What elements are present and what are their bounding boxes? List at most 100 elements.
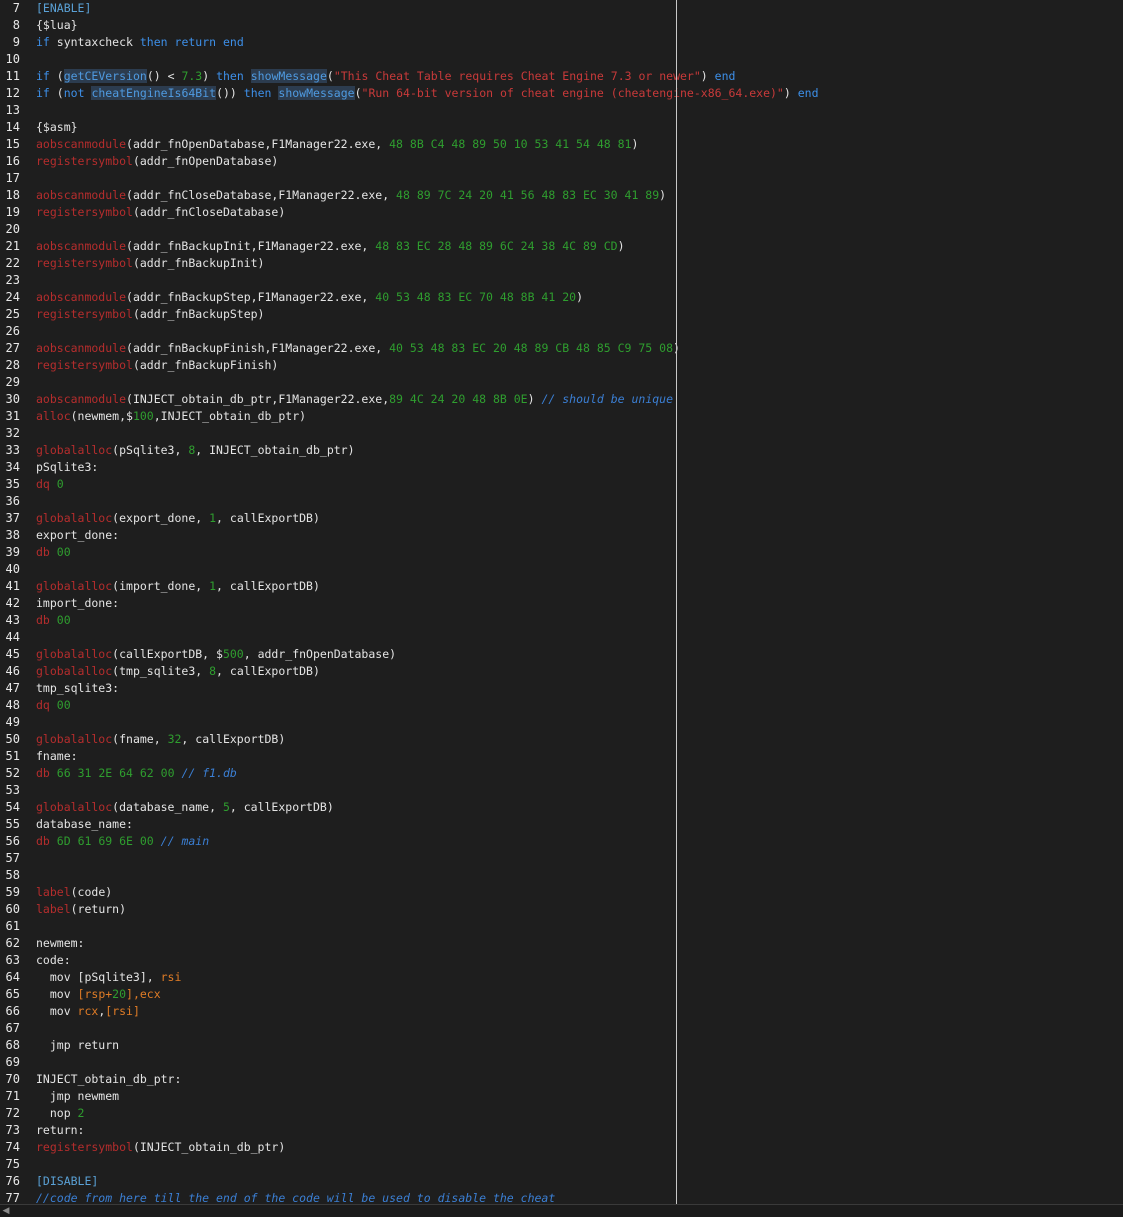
code-line[interactable]: mov [pSqlite3], rsi — [36, 969, 182, 986]
line-number: 23 — [5, 273, 20, 287]
code-line[interactable]: export_done: — [36, 527, 119, 544]
code-token-keyword: if — [36, 35, 50, 49]
code-line[interactable]: globalalloc(export_done, 1, callExportDB… — [36, 510, 320, 527]
code-line[interactable]: registersymbol(addr_fnOpenDatabase) — [36, 153, 278, 170]
code-line[interactable]: //code from here till the end of the cod… — [36, 1190, 555, 1204]
line-number: 57 — [5, 851, 20, 865]
code-line[interactable]: aobscanmodule(INJECT_obtain_db_ptr,F1Man… — [36, 391, 673, 408]
code-line[interactable]: tmp_sqlite3: — [36, 680, 119, 697]
code-line[interactable]: {$asm} — [36, 119, 78, 136]
line-number: 42 — [5, 596, 20, 610]
code-token-default: ) — [617, 239, 625, 253]
code-editor[interactable]: 7 8 9 10 11 12 13 14 15 16 17 18 19 20 21 22 23 24 25 26 27 2… — [0, 0, 1123, 1204]
code-token-default: syntaxcheck — [49, 35, 140, 49]
code-line[interactable]: nop 2 — [36, 1105, 85, 1122]
scrollbar-track[interactable] — [12, 1205, 1123, 1217]
code-line[interactable]: registersymbol(addr_fnCloseDatabase) — [36, 204, 285, 221]
code-line[interactable]: globalalloc(import_done, 1, callExportDB… — [36, 578, 320, 595]
line-number: 43 — [5, 613, 20, 627]
code-line[interactable]: registersymbol(INJECT_obtain_db_ptr) — [36, 1139, 285, 1156]
code-token-register: [rsi] — [105, 1004, 140, 1018]
code-line[interactable]: mov rcx,[rsi] — [36, 1003, 140, 1020]
code-token-default: ,INJECT_obtain_db_ptr) — [153, 409, 307, 423]
line-number: 17 — [5, 171, 20, 185]
code-line[interactable]: db 00 — [36, 544, 71, 561]
line-number: 66 — [5, 1004, 20, 1018]
code-line[interactable]: aobscanmodule(addr_fnOpenDatabase,F1Mana… — [36, 136, 638, 153]
code-line[interactable]: fname: — [36, 748, 78, 765]
code-token-default — [168, 35, 175, 49]
code-token-keyword: then — [139, 35, 168, 49]
code-line[interactable]: import_done: — [36, 595, 119, 612]
line-number: 12 — [5, 86, 20, 100]
code-line[interactable]: registersymbol(addr_fnBackupStep) — [36, 306, 265, 323]
code-line[interactable]: db 6D 61 69 6E 00 // main — [36, 833, 209, 850]
code-line[interactable]: if (getCEVersion() < 7.3) then showMessa… — [36, 68, 735, 85]
code-token-default: mov [pSqlite3], — [36, 970, 161, 984]
code-line[interactable]: dq 0 — [36, 476, 64, 493]
code-token-number: 1 — [209, 511, 217, 525]
code-token-number: 6D 61 69 6E 00 — [56, 834, 154, 848]
line-number: 7 — [12, 1, 20, 15]
code-line[interactable]: if syntaxcheck then return end — [36, 34, 244, 51]
code-line[interactable]: [ENABLE] — [36, 0, 91, 17]
code-line[interactable]: registersymbol(addr_fnBackupInit) — [36, 255, 265, 272]
code-token-default: (addr_fnOpenDatabase,F1Manager22.exe, — [126, 137, 390, 151]
code-line[interactable]: globalalloc(callExportDB, $500, addr_fnO… — [36, 646, 396, 663]
code-token-default: ) — [631, 137, 639, 151]
code-token-default: (callExportDB, $ — [112, 647, 223, 661]
code-token-comment: //code from here till the end of the cod… — [36, 1191, 556, 1204]
code-line[interactable]: label(return) — [36, 901, 126, 918]
scroll-left-arrow-icon[interactable]: ◀ — [0, 1205, 12, 1217]
code-line[interactable]: jmp newmem — [36, 1088, 119, 1105]
code-line[interactable]: aobscanmodule(addr_fnBackupInit,F1Manage… — [36, 238, 625, 255]
line-number: 76 — [5, 1174, 20, 1188]
code-line[interactable]: {$lua} — [36, 17, 78, 34]
code-token-default: ( — [354, 86, 362, 100]
code-token-default: mov — [36, 1004, 78, 1018]
code-line[interactable]: globalalloc(database_name, 5, callExport… — [36, 799, 334, 816]
line-number: 35 — [5, 477, 20, 491]
code-line[interactable]: database_name: — [36, 816, 133, 833]
code-line[interactable]: db 00 — [36, 612, 71, 629]
code-token-directive: registersymbol — [36, 1140, 133, 1154]
code-line[interactable]: globalalloc(tmp_sqlite3, 8, callExportDB… — [36, 663, 320, 680]
horizontal-scrollbar[interactable]: ◀ — [0, 1204, 1123, 1217]
code-line[interactable]: mov [rsp+20],ecx — [36, 986, 161, 1003]
code-line[interactable]: jmp return — [36, 1037, 119, 1054]
code-area[interactable]: [ENABLE] {$lua} if syntaxcheck then return… — [36, 0, 1123, 1204]
code-line[interactable]: newmem: — [36, 935, 84, 952]
line-number: 29 — [5, 375, 20, 389]
code-token-default: export_done: — [36, 528, 120, 542]
code-token-default: (database_name, — [112, 800, 223, 814]
code-token-default: , callExportDB) — [216, 511, 320, 525]
code-line[interactable]: pSqlite3: — [36, 459, 98, 476]
code-line[interactable]: return: — [36, 1122, 84, 1139]
code-line[interactable]: alloc(newmem,$100,INJECT_obtain_db_ptr) — [36, 408, 306, 425]
line-number: 19 — [5, 205, 20, 219]
code-line[interactable]: db 66 31 2E 64 62 00 // f1.db — [36, 765, 237, 782]
code-token-directive: db — [36, 766, 50, 780]
code-token-funchl: showMessage — [278, 86, 355, 100]
line-number: 64 — [5, 970, 20, 984]
code-token-register: rsi — [160, 970, 182, 984]
code-token-default: , callExportDB) — [229, 800, 334, 814]
code-line[interactable]: label(code) — [36, 884, 112, 901]
code-line[interactable]: aobscanmodule(addr_fnBackupStep,F1Manage… — [36, 289, 583, 306]
code-token-default: (INJECT_obtain_db_ptr,F1Manager22.exe, — [126, 392, 390, 406]
code-line[interactable]: globalalloc(pSqlite3, 8, INJECT_obtain_d… — [36, 442, 355, 459]
code-token-default: newmem: — [36, 936, 85, 950]
code-line[interactable]: code: — [36, 952, 71, 969]
code-line[interactable]: INJECT_obtain_db_ptr: — [36, 1071, 181, 1088]
code-line[interactable]: aobscanmodule(addr_fnBackupFinish,F1Mana… — [36, 340, 680, 357]
code-line[interactable]: [DISABLE] — [36, 1173, 98, 1190]
code-line[interactable]: globalalloc(fname, 32, callExportDB) — [36, 731, 285, 748]
code-line[interactable]: if (not cheatEngineIs64Bit()) then showM… — [36, 85, 819, 102]
line-number: 14 — [5, 120, 20, 134]
code-token-keyword: if — [36, 69, 50, 83]
code-line[interactable]: dq 00 — [36, 697, 71, 714]
code-line[interactable]: aobscanmodule(addr_fnCloseDatabase,F1Man… — [36, 187, 666, 204]
code-token-number: 40 53 48 83 EC 20 48 89 CB 48 85 C9 75 0… — [389, 341, 673, 355]
code-token-directive: registersymbol — [36, 358, 133, 372]
code-line[interactable]: registersymbol(addr_fnBackupFinish) — [36, 357, 278, 374]
